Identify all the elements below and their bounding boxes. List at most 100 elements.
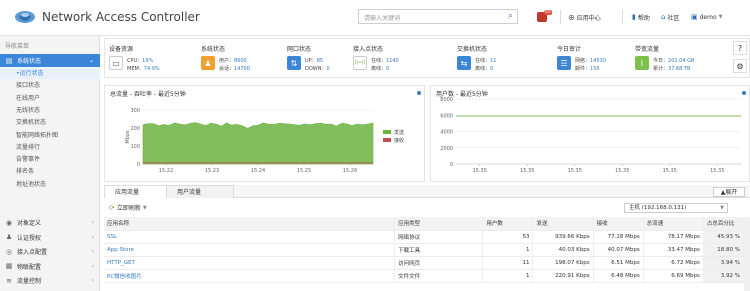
status-card-title: 接入点状态 <box>353 46 384 53</box>
scrollbar[interactable] <box>744 217 750 291</box>
throughput-panel: 总流量 - 吞吐率 - 最近5分钟 0 100 200 300 15.22 15.23 15… <box>104 85 425 182</box>
column-header[interactable]: 占总百分比 <box>703 217 745 231</box>
sidebar-subitem[interactable]: 无线状态 <box>0 105 100 116</box>
refresh-label: 立即刷新 <box>116 205 141 212</box>
status-card-line: UP：85 <box>305 57 323 64</box>
status-value: 0 <box>326 66 330 72</box>
user-auth-icon: ♟ <box>5 233 13 242</box>
tab-label: 用户流量 <box>177 189 202 196</box>
host-select[interactable]: 主机 (192.168.0.131) ▼ <box>624 203 728 213</box>
column-header[interactable]: 应用类型 <box>394 217 484 231</box>
legend-label[interactable]: 接收 <box>394 137 404 144</box>
app-name-cell[interactable]: SSL <box>104 230 396 244</box>
app-name-cell[interactable]: PC微信收图片 <box>104 269 396 283</box>
chevron-right-icon: › <box>91 262 94 270</box>
status-card[interactable]: 交换机状态 ⇆ 在线：11 离线：0 <box>453 39 553 79</box>
search-input[interactable]: 请输入关键词 ⌕ <box>358 9 518 24</box>
status-value: 19% <box>142 58 154 64</box>
sidebar-subitem[interactable]: 接口状态 <box>0 80 100 91</box>
table-cell: 11 <box>482 256 534 270</box>
divider <box>560 10 561 24</box>
app-traffic-table: 应用名称 应用类型 用户数 发送 接收 总流速 占总百分比 SSL 网络协议 53 939.66 … <box>104 217 745 283</box>
x-tick-label: 15.35 <box>663 168 677 174</box>
table-cell: 6.48 Mbps <box>593 269 644 283</box>
table-header-row: 应用名称 应用类型 用户数 发送 接收 总流速 占总百分比 <box>104 217 745 231</box>
sidebar-subitem[interactable]: 智能网络拓扑图 <box>0 130 100 141</box>
sidebar-item[interactable]: ◉ 对象定义 › <box>0 216 100 229</box>
expand-button[interactable]: ▲展开 <box>713 187 745 197</box>
sidebar-subitem[interactable]: 地址池状态 <box>0 179 100 190</box>
table-row[interactable]: SSL 网络协议 53 939.66 Kbps 77.28 Mbps 78.17 Mbps… <box>104 230 745 244</box>
y-tick-label: 0 <box>137 162 140 168</box>
y-tick-label: 8000 <box>440 97 453 103</box>
app-name-cell[interactable]: App Store <box>104 243 396 257</box>
table-row[interactable]: PC微信收图片 文件文件 1 220.91 Kbps 6.48 Mbps 6.69 Mbp… <box>104 269 745 283</box>
table-cell: 198.07 Kbps <box>532 256 594 270</box>
chevron-down-icon: ⌄ <box>88 57 94 64</box>
tab-user-traffic[interactable]: 用户流量 <box>166 185 234 198</box>
traffic-tabs: 应用流量 用户流量 ▲展开 <box>104 185 750 198</box>
book-icon: ▮ <box>632 13 636 21</box>
legend-label[interactable]: 发送 <box>394 129 404 136</box>
status-card[interactable]: 今日审计 ☰ 网络：14530 邮件：156 <box>553 39 631 79</box>
y-tick-label: 300 <box>130 108 140 114</box>
table-cell: 6.51 Mbps <box>593 256 644 270</box>
help-link[interactable]: ▮ 帮助 <box>632 10 650 24</box>
tab-app-traffic[interactable]: 应用流量 <box>104 185 168 198</box>
app-center-link[interactable]: ⊕ 应用中心 <box>568 10 601 24</box>
table-cell: 40.07 Mbps <box>593 243 644 257</box>
status-value: 201.04 GB <box>668 58 695 64</box>
home-icon: ⌂ <box>661 13 666 21</box>
iot-icon: ▦ <box>5 262 13 271</box>
x-tick-label: 15.35 <box>615 168 629 174</box>
sidebar-item[interactable]: ≋ 流量控制 › <box>0 274 100 287</box>
user-menu[interactable]: ▣ demo ▼ <box>691 10 723 24</box>
status-card-line: DOWN：0 <box>305 65 330 72</box>
sidebar-subitem[interactable]: •运行状态 <box>0 68 100 79</box>
status-key: 离线： <box>371 66 387 72</box>
settings-icon[interactable]: ⚙ <box>733 59 747 73</box>
search-icon[interactable]: ⌕ <box>508 11 513 21</box>
sidebar-subitem[interactable]: 告警事件 <box>0 154 100 165</box>
column-header[interactable]: 发送 <box>532 217 594 231</box>
status-card[interactable]: 设备资源 ▭ CPU：19% MEM：74.9% <box>105 39 197 79</box>
status-key: CPU： <box>127 58 143 64</box>
column-header[interactable]: 接收 <box>593 217 644 231</box>
status-card-line: 会话：14700 <box>219 65 250 72</box>
status-card[interactable]: 带宽流量 ⌇ 今日：201.04 GB 累计：37.68 TB <box>631 39 731 79</box>
y-tick-label: 0 <box>450 162 453 168</box>
status-card[interactable]: 系统状态 ♟ 用户：8600 会话：14700 <box>197 39 283 79</box>
column-header[interactable]: 应用名称 <box>104 217 396 231</box>
x-tick-label: 15.24 <box>251 168 265 174</box>
table-cell: 53 <box>482 230 534 244</box>
sidebar: 导航菜单 ▤ 系统状态 ⌄ •运行状态 接口状态 在线用户 无线状态 交换机状态 智能网络拓扑图… <box>0 36 100 291</box>
alert-button[interactable]: 65 <box>537 9 557 24</box>
status-key: 用户： <box>219 58 235 64</box>
column-header[interactable]: 用户数 <box>482 217 534 231</box>
sidebar-subitem[interactable]: 流量排行 <box>0 142 100 153</box>
sidebar-item[interactable]: ◎ 接入点配置 › <box>0 245 100 258</box>
table-cell: 33.47 Mbps <box>643 243 704 257</box>
community-link[interactable]: ⌂ 社区 <box>661 10 679 24</box>
status-card[interactable]: 网口状态 ⇅ UP：85 DOWN：0 <box>283 39 349 79</box>
sidebar-item[interactable]: ▦ 物联配置 › <box>0 260 100 273</box>
help-icon[interactable]: ? <box>733 41 747 55</box>
sidebar-item[interactable]: ♟ 认证授权 › <box>0 231 100 244</box>
status-key: UP： <box>305 58 317 64</box>
table-row[interactable]: App Store 下载工具 1 40.03 Kbps 40.07 Mbps 33.47 … <box>104 243 745 257</box>
sidebar-subitem[interactable]: 在线用户 <box>0 93 100 104</box>
status-value: 0 <box>386 66 390 72</box>
sidebar-item[interactable]: ▤ 系统状态 ⌄ <box>0 54 100 67</box>
alert-badge: 65 <box>544 9 552 15</box>
column-header[interactable]: 总流速 <box>643 217 704 231</box>
table-row[interactable]: HTTP_GET 访问网页 11 198.07 Kbps 6.51 Mbps 6.72 M… <box>104 256 745 270</box>
status-value: 14530 <box>590 58 606 64</box>
status-card-title: 网口状态 <box>287 46 312 53</box>
status-card-line: 邮件：156 <box>575 65 600 72</box>
status-card[interactable]: 接入点状态 ((•)) 在线：1140 离线：0 <box>349 39 453 79</box>
sidebar-subitem[interactable]: 排名条 <box>0 166 100 177</box>
users-chart: 0 2000 4000 6000 8000 15.35 15.35 15.35 15.35 15.… <box>440 97 741 174</box>
app-name-cell[interactable]: HTTP_GET <box>104 256 396 270</box>
sidebar-subitem[interactable]: 交换机状态 <box>0 117 100 128</box>
refresh-button[interactable]: ⟳ 立即刷新 ▼ <box>109 203 147 213</box>
